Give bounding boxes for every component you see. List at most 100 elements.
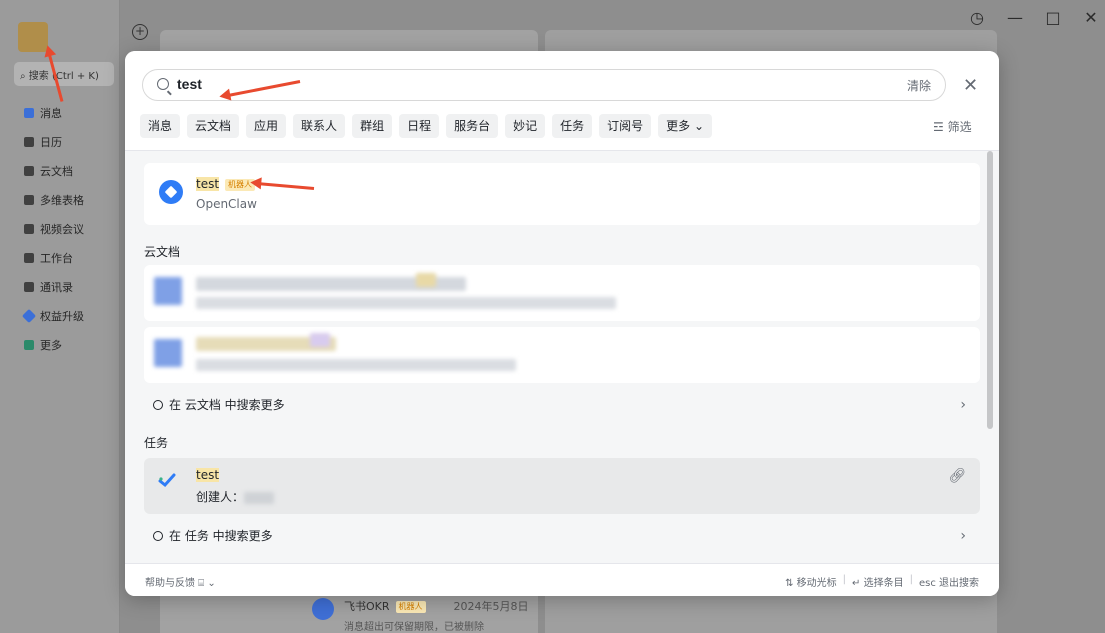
sidebar-item-label: 多维表格 — [40, 193, 84, 207]
plus-icon[interactable]: + — [132, 24, 148, 40]
blurred-text — [196, 297, 616, 309]
filter-docs[interactable]: 云文档 — [187, 114, 240, 138]
sidebar-item-label: 更多 — [40, 338, 62, 352]
bot-icon — [159, 180, 183, 204]
sidebar-item-workplace[interactable]: 工作台 — [24, 243, 84, 272]
task-check-icon — [158, 473, 176, 488]
window-controls: ◷ — □ ✕ — [969, 8, 1099, 27]
search-results: test 机器人 OpenClaw 云文档 在 云文档 中搜索更多 › 任务 t… — [125, 151, 999, 561]
task-title-row: test — [196, 468, 220, 482]
hint-move: ⇅ 移动光标 — [785, 578, 837, 589]
sidebar-search-box[interactable]: ⌕ 搜索 (Ctrl + K) — [14, 62, 114, 86]
section-docs: 云文档 — [144, 245, 181, 259]
search-icon — [153, 531, 163, 541]
filter-messages[interactable]: 消息 — [140, 114, 181, 138]
bot-name: test — [196, 177, 220, 191]
divider: | — [909, 574, 913, 585]
calendar-icon — [24, 136, 34, 147]
contacts-icon — [24, 281, 34, 292]
sidebar-item-label: 工作台 — [40, 251, 73, 265]
sidebar-item-docs[interactable]: 云文档 — [24, 156, 84, 185]
filter-helpdesk[interactable]: 服务台 — [446, 114, 499, 138]
section-tasks: 任务 — [144, 436, 169, 450]
filter-minutes[interactable]: 妙记 — [505, 114, 546, 138]
workplace-icon — [24, 252, 34, 263]
filter-calendar[interactable]: 日程 — [399, 114, 440, 138]
doc-result-1[interactable] — [144, 265, 980, 321]
bot-title-row: test 机器人 — [196, 177, 256, 191]
message-icon — [24, 107, 34, 118]
docs-icon — [24, 165, 34, 176]
filter-tabs: 消息 云文档 应用 联系人 群组 日程 服务台 妙记 任务 订阅号 更多 ⌄ — [140, 114, 713, 138]
hint-select: ↵ 选择条目 — [852, 578, 904, 589]
sidebar-item-upgrade[interactable]: 权益升级 — [21, 301, 84, 330]
divider: | — [842, 574, 847, 585]
blurred-text — [196, 359, 516, 371]
sidebar-search-label: 搜索 (Ctrl + K) — [28, 71, 99, 82]
keyboard-hints: ⇅ 移动光标 | ↵ 选择条目 | esc 退出搜索 — [785, 574, 979, 589]
more-icon — [24, 339, 34, 350]
filter-groups[interactable]: 群组 — [352, 114, 393, 138]
search-icon — [157, 78, 169, 90]
sidebar-item-label: 消息 — [40, 106, 62, 120]
link-icon[interactable]: 🔗︎ — [948, 468, 966, 484]
task-result[interactable]: test 创建人： 🔗︎ — [144, 458, 980, 514]
upgrade-icon — [21, 308, 37, 323]
search-header: 清除 ✕ 消息 云文档 应用 联系人 群组 日程 服务台 妙记 任务 订阅号 更… — [125, 51, 999, 151]
search-field[interactable]: 清除 — [142, 69, 946, 101]
search-footer: 帮助与反馈 ⌸ ⌄ ⇅ 移动光标 | ↵ 选择条目 | esc 退出搜索 — [125, 563, 999, 596]
history-icon[interactable]: ◷ — [969, 8, 985, 27]
clear-button[interactable]: 清除 — [907, 77, 931, 94]
close-window-button[interactable]: ✕ — [1083, 8, 1099, 27]
doc-icon — [154, 277, 182, 305]
sidebar-item-calendar[interactable]: 日历 — [24, 127, 84, 156]
list-item[interactable]: 飞书OKR 机器人 2024年5月8日 消息超出可保留期限，已被删除 — [312, 598, 529, 633]
chevron-right-icon: › — [960, 528, 966, 544]
task-creator: 创建人： — [196, 488, 275, 505]
okr-subtitle: 消息超出可保留期限，已被删除 — [344, 622, 484, 633]
filter-contacts[interactable]: 联系人 — [293, 114, 346, 138]
sidebar-item-more[interactable]: 更多 — [24, 330, 84, 359]
bot-result[interactable]: test 机器人 OpenClaw — [144, 163, 980, 225]
filter-more[interactable]: 更多 ⌄ — [658, 114, 713, 138]
blurred-text — [310, 333, 330, 347]
doc-result-2[interactable] — [144, 327, 980, 383]
blurred-text — [416, 273, 436, 287]
okr-bot-icon — [312, 598, 334, 620]
sidebar-item-contacts[interactable]: 通讯录 — [24, 272, 84, 301]
task-creator-label: 创建人： — [196, 490, 245, 504]
sidebar-item-label: 视频会议 — [40, 222, 84, 236]
sidebar-nav: 消息 日历 云文档 多维表格 视频会议 工作台 通讯录 权益升级 更多 — [21, 98, 84, 359]
tasks-search-more-label: 在 任务 中搜索更多 — [169, 529, 273, 543]
close-icon[interactable]: ✕ — [963, 75, 978, 96]
sidebar-item-label: 云文档 — [40, 164, 73, 178]
doc-icon — [154, 339, 182, 367]
scrollbar[interactable] — [987, 151, 993, 429]
search-icon — [153, 400, 163, 410]
bot-badge: 机器人 — [395, 601, 426, 613]
search-icon: ⌕ — [20, 71, 29, 82]
sidebar-item-base[interactable]: 多维表格 — [24, 185, 84, 214]
okr-date: 2024年5月8日 — [453, 600, 529, 613]
sidebar-item-label: 日历 — [40, 135, 62, 149]
help-feedback-button[interactable]: 帮助与反馈 ⌸ ⌄ — [145, 574, 216, 589]
minimize-button[interactable]: — — [1007, 8, 1023, 27]
search-modal: 清除 ✕ 消息 云文档 应用 联系人 群组 日程 服务台 妙记 任务 订阅号 更… — [125, 51, 999, 596]
sidebar-item-video[interactable]: 视频会议 — [24, 214, 84, 243]
filter-subscriptions[interactable]: 订阅号 — [599, 114, 652, 138]
docs-search-more[interactable]: 在 云文档 中搜索更多 › — [144, 387, 980, 423]
base-icon — [24, 194, 34, 205]
bot-subtitle: OpenClaw — [196, 197, 257, 211]
hint-exit: esc 退出搜索 — [918, 578, 979, 589]
sidebar-item-label: 通讯录 — [40, 280, 73, 294]
maximize-button[interactable]: □ — [1045, 8, 1061, 27]
tasks-search-more[interactable]: 在 任务 中搜索更多 › — [144, 518, 980, 554]
filter-button[interactable]: ☲ 筛选 — [933, 118, 972, 135]
filter-tasks[interactable]: 任务 — [552, 114, 593, 138]
okr-title: 飞书OKR — [344, 600, 390, 613]
video-icon — [24, 223, 34, 234]
docs-search-more-label: 在 云文档 中搜索更多 — [169, 398, 285, 412]
sidebar-item-label: 权益升级 — [40, 309, 84, 323]
sidebar-item-messages[interactable]: 消息 — [24, 98, 84, 127]
filter-apps[interactable]: 应用 — [246, 114, 287, 138]
